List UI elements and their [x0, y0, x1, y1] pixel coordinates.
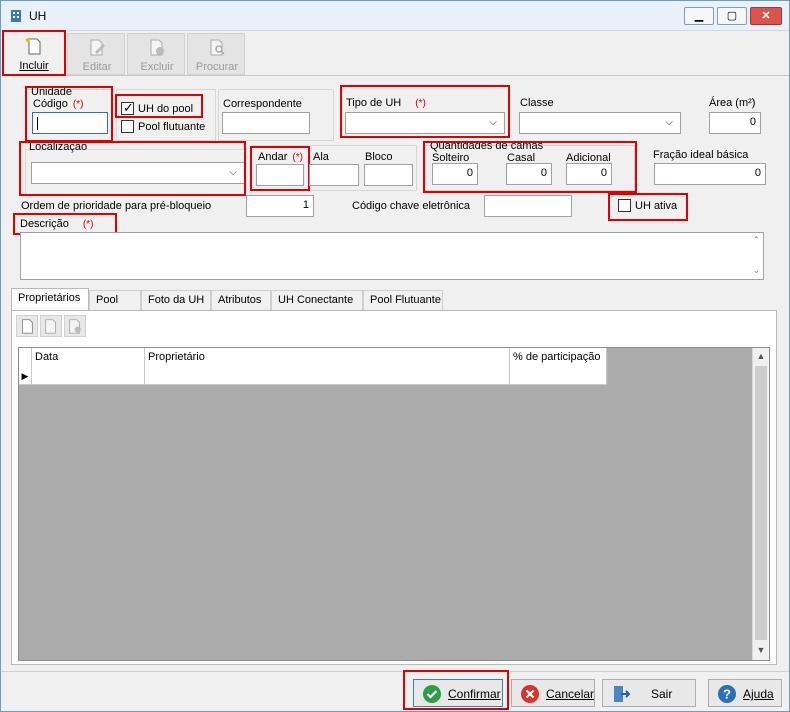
correspondente-label: Correspondente	[223, 98, 302, 110]
grid-scrollbar[interactable]: ▲ ▼	[752, 348, 769, 660]
row-pointer-icon: ▶	[19, 368, 32, 385]
new-document-icon	[22, 319, 33, 334]
close-icon: ✕	[761, 10, 771, 22]
area-label: Área (m²)	[709, 97, 756, 109]
bloco-input[interactable]	[364, 164, 413, 186]
tab-pool[interactable]: Pool	[89, 290, 141, 310]
procurar-button[interactable]: Procurar	[187, 33, 245, 75]
toolbar: Incluir Editar Excluir Procurar	[1, 30, 789, 76]
cell-data[interactable]	[32, 368, 145, 385]
pool-flutuante-checkbox[interactable]	[121, 120, 134, 133]
cancelar-button[interactable]: Cancelar	[511, 679, 595, 707]
scroll-up-icon: ⌃	[752, 235, 760, 245]
window-title: UH	[29, 9, 47, 23]
scroll-thumb[interactable]	[755, 366, 767, 640]
uh-do-pool-highlight	[115, 94, 203, 118]
fracao-input[interactable]: 0	[654, 163, 766, 185]
help-circle-icon: ?	[718, 685, 736, 703]
edit-document-icon	[45, 319, 56, 334]
camas-highlight	[423, 141, 637, 193]
minimize-icon: ▁	[694, 10, 704, 22]
sair-button[interactable]: Sair	[602, 679, 696, 707]
panel-delete-button[interactable]	[64, 315, 86, 337]
ordem-prioridade-input[interactable]: 1	[246, 195, 314, 217]
panel-edit-button[interactable]	[40, 315, 62, 337]
uh-window: UH ▁ ▢ ✕ Incluir Editar Excluir Procurar…	[0, 0, 790, 712]
descricao-textarea[interactable]: ⌃ ⌄	[20, 232, 764, 280]
row-indicator-header	[19, 348, 32, 368]
bottom-bar: Confirmar Cancelar Sair ? Ajuda	[1, 670, 789, 711]
table-row[interactable]: ▶	[19, 368, 607, 385]
sair-label: Sair	[651, 687, 673, 701]
delete-document-icon	[150, 39, 164, 56]
uh-form: Unidade Código (*) ✓ UH do pool Pool flut…	[1, 77, 789, 280]
ajuda-label: Ajuda	[743, 687, 774, 701]
pool-flutuante-label: Pool flutuante	[138, 121, 206, 133]
ordem-prioridade-label: Ordem de prioridade para pré-bloqueio	[21, 200, 212, 212]
tab-pool-flutuante[interactable]: Pool Flutuante	[363, 290, 443, 310]
scroll-up-icon[interactable]: ▲	[753, 348, 769, 364]
close-button[interactable]: ✕	[750, 7, 782, 25]
codigo-chave-input[interactable]	[484, 195, 572, 217]
classe-label: Classe	[520, 97, 554, 109]
cell-participacao[interactable]	[510, 368, 607, 385]
tab-atributos[interactable]: Atributos	[211, 290, 271, 310]
maximize-icon: ▢	[726, 10, 738, 22]
tab-foto-da-uh[interactable]: Foto da UH	[141, 290, 211, 310]
tipo-de-uh-highlight	[340, 85, 510, 138]
col-proprietario[interactable]: Proprietário	[145, 348, 510, 368]
excluir-button[interactable]: Excluir	[127, 33, 185, 75]
grid-header: Data Proprietário % de participação	[19, 348, 607, 368]
exit-door-icon	[614, 686, 631, 702]
tab-uh-conectante[interactable]: UH Conectante	[271, 290, 363, 310]
svg-text:?: ?	[723, 687, 731, 702]
edit-document-icon	[90, 39, 105, 56]
localizacao-highlight	[19, 141, 246, 196]
classe-select[interactable]: ⌵	[519, 112, 681, 134]
codigo-chave-label: Código chave eletrônica	[352, 200, 471, 212]
building-icon	[11, 10, 21, 22]
proprietarios-panel: Data Proprietário % de participação ▶ ▲ …	[11, 310, 777, 665]
confirmar-highlight	[403, 670, 509, 710]
cancelar-label: Cancelar	[546, 687, 595, 701]
scroll-down-icon[interactable]: ▼	[753, 642, 769, 658]
delete-document-icon	[69, 319, 81, 334]
title-bar: UH ▁ ▢ ✕	[1, 1, 789, 31]
maximize-button[interactable]: ▢	[717, 7, 747, 25]
bloco-label: Bloco	[365, 151, 393, 163]
ajuda-button[interactable]: ? Ajuda	[708, 679, 782, 707]
codigo-highlight	[25, 86, 113, 142]
tab-strip: Proprietários Pool Foto da UH Atributos …	[11, 288, 777, 311]
procurar-label: Procurar	[195, 61, 239, 73]
proprietarios-grid[interactable]: Data Proprietário % de participação ▶ ▲ …	[18, 347, 770, 661]
col-participacao[interactable]: % de participação	[510, 348, 607, 368]
col-data[interactable]: Data	[32, 348, 145, 368]
cell-proprietario[interactable]	[145, 368, 510, 385]
excluir-label: Excluir	[140, 61, 174, 73]
correspondente-input[interactable]	[222, 112, 310, 134]
ala-label: Ala	[313, 151, 329, 163]
chevron-down-icon: ⌵	[665, 117, 673, 128]
search-document-icon	[210, 39, 225, 56]
panel-add-button[interactable]	[16, 315, 38, 337]
editar-button[interactable]: Editar	[67, 33, 125, 75]
uh-ativa-highlight	[608, 193, 688, 221]
cancel-circle-icon	[521, 685, 539, 703]
minimize-button[interactable]: ▁	[684, 7, 714, 25]
ala-input[interactable]	[309, 164, 359, 186]
incluir-highlight	[2, 30, 66, 76]
tab-proprietarios[interactable]: Proprietários	[11, 288, 89, 311]
andar-highlight	[250, 146, 310, 191]
fracao-label: Fração ideal básica	[653, 149, 749, 161]
editar-label: Editar	[82, 61, 112, 73]
area-input[interactable]: 0	[709, 112, 761, 134]
scroll-down-icon: ⌄	[752, 265, 760, 275]
